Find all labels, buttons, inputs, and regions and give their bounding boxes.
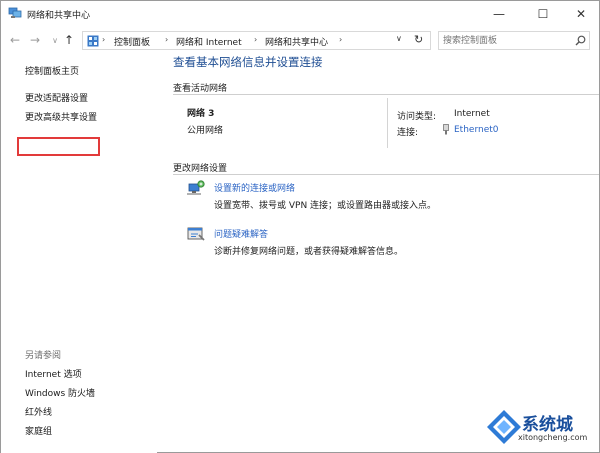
page-title: 查看基本网络信息并设置连接	[173, 55, 323, 69]
breadcrumb-separator: ›	[165, 35, 169, 44]
title-bar: 网络和共享中心 — ☐ ✕	[1, 1, 599, 27]
up-arrow-icon[interactable]: ↑	[61, 32, 77, 48]
connection-label: 连接:	[397, 128, 419, 138]
control-panel-icon	[87, 35, 99, 47]
troubleshoot-icon	[187, 227, 205, 241]
troubleshoot-problems-link[interactable]: 问题疑难解答	[214, 227, 268, 240]
setup-new-connection-description: 设置宽带、拨号或 VPN 连接；或设置路由器或接入点。	[214, 201, 437, 211]
troubleshoot-problems-description: 诊断并修复网络问题，或者获得疑难解答信息。	[214, 247, 404, 257]
vertical-divider	[387, 98, 388, 148]
sidebar-item-advanced-sharing-settings[interactable]: 更改高级共享设置	[25, 110, 97, 123]
change-network-settings-label: 更改网络设置	[173, 164, 228, 174]
see-also-infrared[interactable]: 红外线	[25, 405, 52, 418]
main-content: 查看基本网络信息并设置连接 查看活动网络 网络 3 公用网络 访问类型: Int…	[157, 53, 599, 453]
network-sharing-center-window: 网络和共享中心 — ☐ ✕ ← → ∨ ↑ › 控制面板 › 网络和 Inter…	[0, 0, 600, 453]
see-also-windows-firewall[interactable]: Windows 防火墙	[25, 386, 95, 399]
network-center-icon	[8, 7, 22, 18]
access-type-label: 访问类型:	[397, 112, 437, 122]
watermark-name: 系统城	[522, 415, 573, 435]
network-name: 网络 3	[187, 109, 215, 119]
highlight-annotation	[17, 137, 100, 156]
breadcrumb-separator: ›	[102, 35, 106, 44]
back-arrow-icon[interactable]: ←	[7, 32, 23, 48]
see-also-heading: 另请参阅	[25, 351, 62, 361]
section-divider	[173, 94, 599, 95]
maximize-button[interactable]: ☐	[523, 1, 563, 27]
setup-new-connection-link[interactable]: 设置新的连接或网络	[214, 181, 295, 194]
see-also-homegroup[interactable]: 家庭组	[25, 424, 52, 437]
network-category-link[interactable]: 公用网络	[187, 123, 223, 136]
navigation-bar: ← → ∨ ↑ › 控制面板 › 网络和 Internet › 网络和共享中心 …	[1, 28, 599, 52]
ethernet-connection-icon	[443, 124, 449, 135]
search-input[interactable]	[443, 34, 571, 48]
breadcrumb-separator: ›	[339, 35, 343, 44]
minimize-button[interactable]: —	[479, 1, 519, 27]
watermark-url: xitongcheng.com	[518, 433, 588, 442]
search-icon[interactable]	[575, 35, 586, 46]
window-title: 网络和共享中心	[27, 11, 91, 21]
refresh-icon[interactable]: ↻	[414, 33, 423, 46]
access-type-value: Internet	[454, 109, 490, 119]
search-box[interactable]	[438, 31, 590, 50]
breadcrumb-network-internet[interactable]: 网络和 Internet	[176, 35, 242, 48]
address-dropdown-icon[interactable]: ∨	[396, 34, 402, 43]
sidebar-item-change-adapter-settings[interactable]: 更改适配器设置	[25, 91, 88, 104]
section-divider	[173, 174, 599, 175]
network-setup-icon	[187, 180, 205, 195]
breadcrumb-control-panel[interactable]: 控制面板	[114, 35, 150, 48]
forward-arrow-icon[interactable]: →	[27, 32, 43, 48]
sidebar-item-control-panel-home[interactable]: 控制面板主页	[25, 64, 79, 77]
left-navigation-pane: 控制面板主页 更改适配器设置 更改高级共享设置 另请参阅 Internet 选项…	[1, 53, 157, 453]
active-networks-label: 查看活动网络	[173, 84, 228, 94]
connection-link-ethernet[interactable]: Ethernet0	[454, 125, 499, 135]
close-button[interactable]: ✕	[561, 1, 600, 27]
breadcrumb-network-sharing-center[interactable]: 网络和共享中心	[265, 35, 328, 48]
breadcrumb-separator: ›	[254, 35, 258, 44]
see-also-internet-options[interactable]: Internet 选项	[25, 367, 82, 380]
address-bar[interactable]: › 控制面板 › 网络和 Internet › 网络和共享中心 › ∨ ↻	[82, 31, 431, 50]
